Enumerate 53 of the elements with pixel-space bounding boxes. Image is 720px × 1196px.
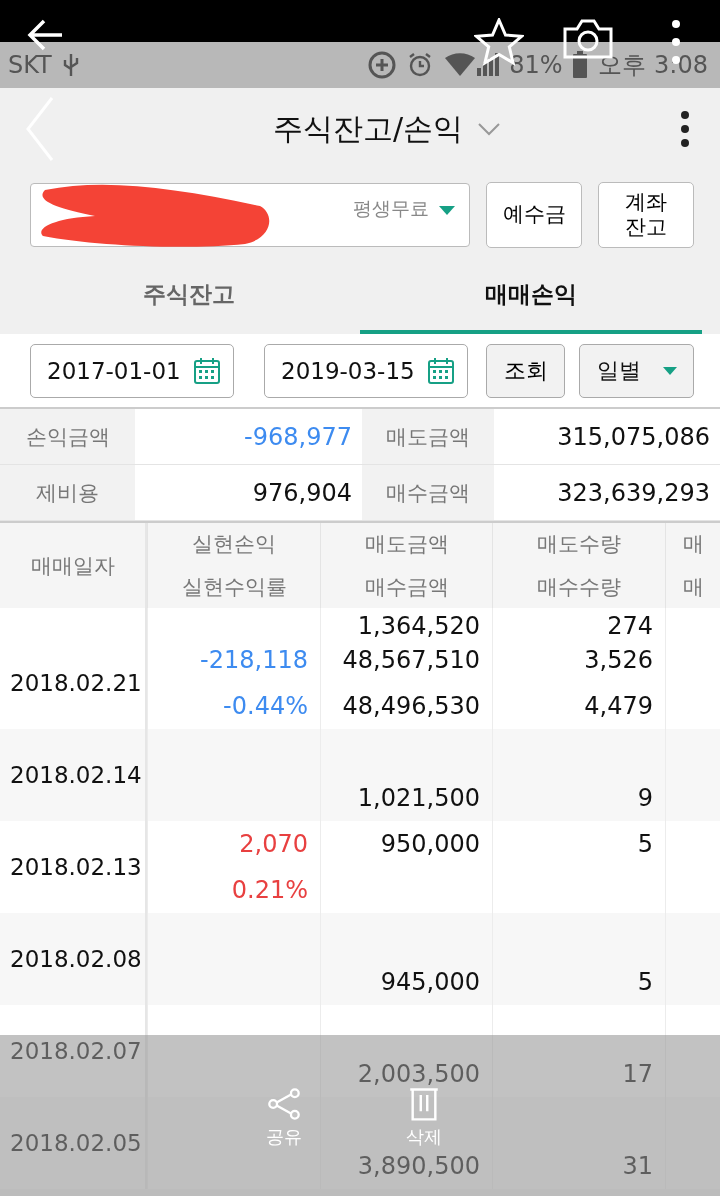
plan-label: 평생무료 — [353, 196, 429, 221]
period-dropdown[interactable]: 일별 — [579, 343, 694, 398]
dropdown-triangle-icon — [662, 366, 677, 375]
usb-icon — [61, 52, 80, 78]
trade-date: 2018.02.21 — [10, 670, 143, 696]
buy-quantity: 31 — [622, 1151, 653, 1181]
summary-value: 315,075,086 — [494, 409, 720, 465]
trade-date: 2018.02.08 — [10, 946, 143, 972]
trade-date: 2018.02.05 — [10, 1130, 143, 1156]
more-icon[interactable] — [680, 110, 690, 148]
buy-quantity: 4,479 — [584, 691, 653, 721]
buy-amount: 3,890,500 — [357, 1151, 480, 1181]
buy-quantity: 17 — [622, 1059, 653, 1089]
sell-amount: 950,000 — [380, 829, 480, 859]
realized-profit: -218,118 — [200, 645, 308, 675]
calendar-icon[interactable] — [427, 356, 456, 385]
dropdown-triangle-icon — [439, 206, 455, 215]
buy-amount: 1,021,500 — [357, 783, 480, 813]
profit-rate: 0.21% — [231, 875, 308, 905]
trade-date: 2018.02.14 — [10, 762, 143, 788]
buy-quantity: 5 — [637, 967, 653, 997]
tab[interactable]: 주식잔고 — [18, 258, 360, 334]
trade-date: 2018.02.13 — [10, 854, 143, 880]
start-date-field[interactable]: 2017-01-01 — [30, 343, 234, 398]
screen-title[interactable]: 주식잔고/손익 — [272, 108, 464, 150]
summary-label: 매도금액 — [362, 409, 494, 465]
sell-amount: 48,567,510 — [342, 645, 480, 675]
end-date-field[interactable]: 2019-03-15 — [264, 343, 469, 398]
buy-quantity: 9 — [637, 783, 653, 813]
sell-quantity: 5 — [637, 829, 653, 859]
battery-percent: 81% — [509, 51, 563, 79]
chevron-down-icon[interactable] — [477, 122, 502, 136]
account-button[interactable]: 예수금 — [486, 182, 582, 248]
account-select[interactable]: 평생무료 — [30, 183, 470, 247]
summary-label: 매수금액 — [362, 465, 494, 521]
search-button[interactable]: 조회 — [486, 343, 566, 398]
buy-quantity: 274 — [607, 615, 653, 637]
summary-label: 제비용 — [0, 465, 135, 521]
buy-amount: 48,496,530 — [342, 691, 480, 721]
clock-time: 오후 3:08 — [598, 50, 708, 81]
sell-quantity: 3,526 — [584, 645, 653, 675]
buy-amount: 1,364,520 — [357, 615, 480, 637]
back-arrow-icon[interactable] — [26, 18, 64, 52]
signal-icon — [443, 52, 500, 78]
realized-profit: 2,070 — [239, 829, 308, 859]
summary-label: 손익금액 — [0, 409, 135, 465]
buy-amount: 2,003,500 — [357, 1059, 480, 1089]
carrier-name: SKT — [8, 51, 52, 79]
account-button[interactable]: 계좌 잔고 — [598, 182, 694, 248]
calendar-icon[interactable] — [193, 356, 221, 385]
buy-amount: 945,000 — [380, 967, 480, 997]
profit-rate: -0.44% — [223, 691, 308, 721]
trade-date: 2018.02.07 — [10, 1038, 143, 1064]
